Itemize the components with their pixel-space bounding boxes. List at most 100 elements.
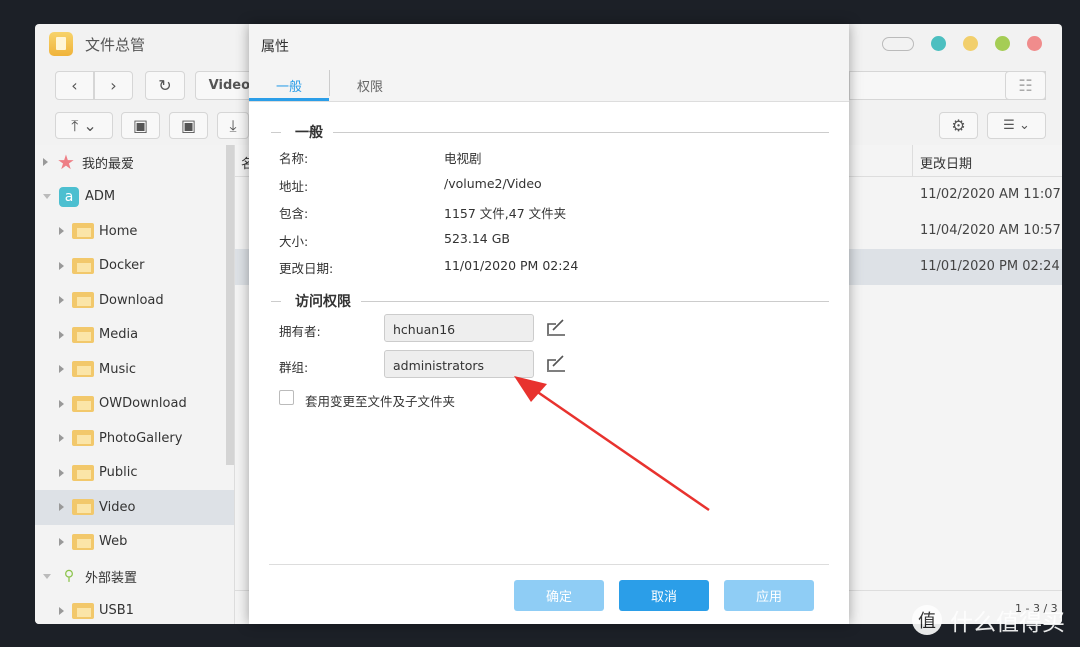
refresh-button[interactable]: ↻ — [145, 71, 185, 100]
property-value: 电视剧 — [444, 151, 482, 166]
expand-arrow-icon[interactable] — [59, 537, 64, 546]
download-button[interactable]: ⤓ — [217, 112, 249, 139]
sidebar-item-label: Home — [99, 223, 138, 239]
cancel-button[interactable]: 取消 — [619, 580, 709, 611]
settings-gear-icon[interactable]: ⚙ — [939, 112, 978, 139]
sidebar-item-label: Web — [99, 534, 128, 550]
expand-arrow-icon[interactable] — [59, 606, 64, 615]
dialog-title: 属性 — [249, 24, 849, 62]
property-label: 名称: — [279, 151, 309, 166]
maximize-button[interactable] — [995, 36, 1010, 51]
apply-subfolders-checkbox[interactable] — [279, 390, 294, 405]
sidebar-item-label: Music — [99, 361, 136, 377]
property-value: /volume2/Video — [444, 175, 542, 191]
dialog-tabs: 一般 权限 — [249, 62, 849, 102]
sidebar-item-label: Download — [99, 292, 164, 308]
sidebar-item-docker[interactable]: Docker — [35, 249, 234, 284]
watermark-icon: 值 — [912, 605, 942, 635]
edit-group-icon[interactable] — [545, 353, 567, 373]
window-dot-teal[interactable] — [931, 36, 946, 51]
folder-icon — [72, 223, 94, 240]
expand-arrow-icon[interactable] — [59, 503, 64, 512]
apply-button[interactable]: 应用 — [724, 580, 814, 611]
watermark-logo: 值什么值得买 — [912, 603, 1065, 637]
sidebar-item-我的最爱[interactable]: ★ 我的最爱 — [35, 145, 234, 180]
expand-arrow-icon[interactable] — [59, 330, 64, 339]
owner-field[interactable]: hchuan16 — [384, 314, 534, 342]
expand-arrow-icon[interactable] — [59, 261, 64, 270]
access-section-heading: 访问权限 — [271, 291, 829, 311]
row-date: 11/04/2020 AM 10:57 — [920, 223, 1061, 238]
close-button[interactable] — [1027, 36, 1042, 51]
app-title: 文件总管 — [85, 35, 146, 54]
file-manager-app-icon — [49, 32, 73, 56]
folder-icon — [72, 464, 94, 481]
tab-permissions[interactable]: 权限 — [330, 62, 410, 101]
sidebar-tree: ★ 我的最爱 a ADM Home Docker Download Media Music OWD… — [35, 145, 235, 624]
expand-arrow-icon[interactable] — [59, 296, 64, 305]
collapse-arrow-icon[interactable] — [43, 194, 51, 200]
property-value: 1157 文件,47 文件夹 — [444, 206, 567, 221]
property-value: 523.14 GB — [444, 230, 510, 246]
folder-icon — [72, 533, 94, 550]
folder-icon — [72, 257, 94, 274]
sidebar-item-label: Media — [99, 327, 139, 343]
expand-arrow-icon[interactable] — [59, 365, 64, 374]
sidebar-scrollbar[interactable] — [226, 145, 234, 465]
expand-arrow-icon[interactable] — [43, 158, 48, 167]
folder-icon — [72, 292, 94, 309]
folder-icon — [72, 395, 94, 412]
sidebar-item-media[interactable]: Media — [35, 318, 234, 353]
general-section-heading: 一般 — [271, 122, 829, 142]
expand-arrow-icon[interactable] — [59, 434, 64, 443]
usb-icon: ⚲ — [63, 568, 75, 585]
sidebar-item-music[interactable]: Music — [35, 352, 234, 387]
sidebar-item-web[interactable]: Web — [35, 525, 234, 560]
sidebar-item-label: USB1 — [99, 603, 134, 619]
property-label: 包含: — [279, 206, 309, 221]
view-mode-button[interactable]: ☰ ⌄ — [987, 112, 1046, 139]
sidebar-item-home[interactable]: Home — [35, 214, 234, 249]
ok-button[interactable]: 确定 — [514, 580, 604, 611]
owner-label: 拥有者: — [279, 324, 321, 339]
move-folder-button[interactable]: ▣ — [169, 112, 208, 139]
folder-icon — [72, 430, 94, 447]
sidebar-item-owdownload[interactable]: OWDownload — [35, 387, 234, 422]
path-bar[interactable]: Video — [195, 71, 255, 100]
sidebar-item-video[interactable]: Video — [35, 490, 234, 525]
apply-subfolders-label: 套用变更至文件及子文件夹 — [305, 394, 456, 409]
folder-icon — [72, 361, 94, 378]
sidebar-item-外部装置[interactable]: ⚲ 外部装置 — [35, 559, 234, 594]
property-label: 大小: — [279, 233, 309, 249]
sidebar-item-public[interactable]: Public — [35, 456, 234, 491]
back-button[interactable]: ‹ — [55, 71, 94, 100]
expand-arrow-icon[interactable] — [59, 399, 64, 408]
collapse-arrow-icon[interactable] — [43, 573, 51, 579]
filter-icon[interactable]: ☷ — [1005, 71, 1046, 100]
red-arrow-annotation — [514, 376, 710, 512]
sidebar-item-adm[interactable]: a ADM — [35, 180, 234, 215]
expand-arrow-icon[interactable] — [59, 468, 64, 477]
property-label: 地址: — [279, 178, 309, 194]
star-icon: ★ — [57, 150, 75, 175]
tab-general[interactable]: 一般 — [249, 62, 329, 101]
forward-button[interactable]: › — [94, 71, 133, 100]
new-folder-button[interactable]: ▣ — [121, 112, 160, 139]
property-value: 11/01/2020 PM 02:24 — [444, 258, 579, 273]
sidebar-item-label: PhotoGallery — [99, 430, 183, 446]
column-date-header[interactable]: 更改日期 — [920, 153, 972, 172]
row-date: 11/01/2020 PM 02:24 — [920, 259, 1060, 274]
edit-owner-icon[interactable] — [545, 317, 567, 337]
group-label: 群组: — [279, 360, 309, 375]
sidebar-item-label: Docker — [99, 258, 145, 274]
row-date: 11/02/2020 AM 11:07 — [920, 187, 1061, 202]
sidebar-item-usb1[interactable]: USB1 — [35, 594, 234, 625]
sidebar-item-download[interactable]: Download — [35, 283, 234, 318]
window-pill-button[interactable] — [882, 36, 914, 51]
sidebar-item-photogallery[interactable]: PhotoGallery — [35, 421, 234, 456]
upload-button[interactable]: ⤒ ⌄ — [55, 112, 113, 139]
expand-arrow-icon[interactable] — [59, 227, 64, 236]
minimize-button[interactable] — [963, 36, 978, 51]
sidebar-item-label: OWDownload — [99, 396, 187, 412]
folder-icon — [72, 499, 94, 516]
